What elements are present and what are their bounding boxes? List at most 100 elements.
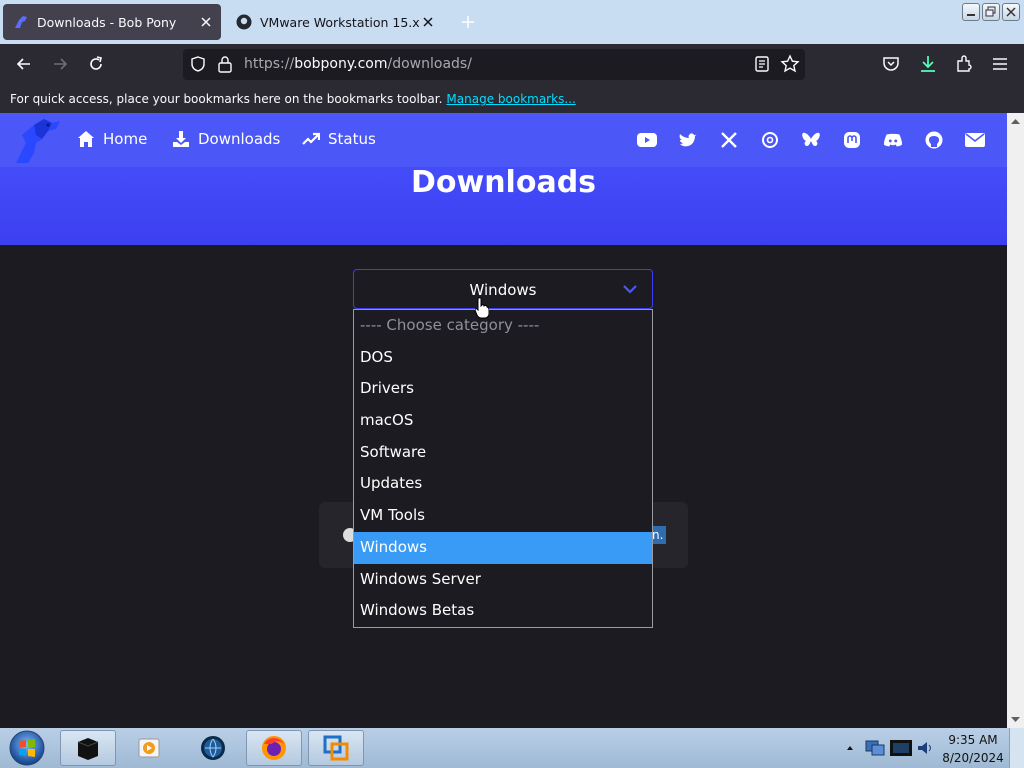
trend-up-icon (302, 132, 320, 145)
tray-expand-icon[interactable] (846, 744, 854, 752)
vertical-scrollbar[interactable] (1007, 113, 1024, 728)
category-option-windows[interactable]: Windows (354, 531, 652, 564)
youtube-icon[interactable] (637, 130, 657, 150)
tab-downloads[interactable]: Downloads - Bob Pony (3, 4, 221, 40)
taskbar-app-1[interactable] (60, 730, 116, 766)
globe-icon (201, 736, 225, 760)
nav-status-label: Status (328, 130, 376, 148)
site-header: Home Downloads Status (0, 113, 1007, 167)
navigation-toolbar: https://bobpony.com/downloads/ (0, 44, 1024, 85)
vmware-tray-icon[interactable] (888, 735, 914, 761)
tab-title: VMware Workstation 15.x.x seri (260, 14, 421, 30)
network-icon[interactable] (864, 737, 886, 759)
category-option-updates[interactable]: Updates (354, 468, 652, 500)
menu-icon[interactable] (990, 54, 1010, 74)
vmware-icon (323, 735, 349, 761)
lock-icon[interactable] (217, 55, 233, 73)
firefox-icon (262, 736, 286, 760)
bookmarks-hint-text: For quick access, place your bookmarks h… (10, 92, 443, 106)
close-tab-icon[interactable] (199, 15, 213, 29)
chevron-down-icon (623, 285, 637, 294)
github-icon[interactable] (924, 130, 944, 150)
category-option-software[interactable]: Software (354, 437, 652, 469)
page-title: Downloads (410, 165, 597, 200)
nav-home-label: Home (103, 130, 148, 148)
start-button[interactable] (5, 729, 49, 767)
taskbar-vmware[interactable] (308, 730, 364, 766)
new-tab-icon[interactable] (460, 14, 476, 30)
clock-date: 8/20/2024 (942, 751, 1004, 765)
download-icon (173, 131, 189, 147)
bluesky-icon[interactable] (801, 130, 821, 150)
windows-taskbar: 9:35 AM 8/20/2024 (0, 728, 1024, 768)
media-player-icon (138, 738, 160, 758)
restore-button[interactable] (982, 3, 1000, 21)
web-content: Home Downloads Status Downloads n. Windo… (0, 113, 1007, 728)
downloads-icon[interactable] (918, 54, 938, 74)
category-select[interactable]: Windows (353, 269, 653, 309)
threads-icon[interactable] (760, 130, 780, 150)
reload-icon[interactable] (86, 54, 106, 74)
nav-downloads[interactable]: Downloads (172, 130, 280, 148)
shield-icon[interactable] (189, 55, 207, 73)
bobpony-logo[interactable] (12, 117, 62, 165)
taskbar-firefox[interactable] (246, 730, 302, 766)
home-icon (78, 131, 94, 147)
forward-arrow-icon[interactable] (50, 54, 70, 74)
system-tray (840, 728, 940, 768)
github-favicon-icon (236, 14, 252, 30)
nav-status[interactable]: Status (302, 130, 376, 148)
category-dropdown-list: ---- Choose category ---- DOS Drivers ma… (353, 309, 653, 628)
window-controls (962, 3, 1020, 21)
category-option-macos[interactable]: macOS (354, 405, 652, 437)
taskbar-globe-app[interactable] (185, 730, 241, 766)
nav-downloads-label: Downloads (198, 130, 281, 148)
close-tab-icon[interactable] (421, 15, 435, 29)
close-window-button[interactable] (1002, 3, 1020, 21)
taskbar-clock[interactable]: 9:35 AM 8/20/2024 (940, 728, 1006, 768)
category-option-windows-betas[interactable]: Windows Betas (354, 595, 652, 627)
discord-icon[interactable] (883, 130, 903, 150)
back-arrow-icon[interactable] (14, 54, 34, 74)
scroll-down-icon[interactable] (1010, 716, 1021, 724)
bookmark-star-icon[interactable] (780, 54, 800, 74)
reader-view-icon[interactable] (753, 55, 771, 73)
tab-strip: Downloads - Bob Pony VMware Workstation … (0, 0, 1024, 44)
mail-icon[interactable] (965, 130, 985, 150)
show-desktop-button[interactable] (1009, 728, 1024, 768)
pocket-icon[interactable] (881, 54, 901, 74)
volume-icon[interactable] (916, 739, 934, 757)
url-prefix: https:// (244, 56, 295, 72)
category-option-dos[interactable]: DOS (354, 342, 652, 374)
app-window-icon (77, 738, 99, 760)
mastodon-icon[interactable] (842, 130, 862, 150)
category-select-value: Windows (469, 281, 537, 299)
twitter-icon[interactable] (678, 130, 698, 150)
minimize-icon (967, 14, 975, 16)
hand-cursor-icon (475, 297, 489, 319)
bookmarks-toolbar: For quick access, place your bookmarks h… (0, 85, 1024, 113)
bobpony-favicon-icon (15, 16, 27, 28)
category-option-windows-server[interactable]: Windows Server (354, 564, 652, 596)
category-option-placeholder[interactable]: ---- Choose category ---- (354, 310, 652, 342)
clock-time: 9:35 AM (948, 733, 998, 747)
minimize-button[interactable] (962, 3, 980, 21)
tab-title: Downloads - Bob Pony (37, 14, 177, 30)
taskbar-media-player[interactable] (121, 730, 177, 766)
bookmarks-message: For quick access, place your bookmarks h… (10, 92, 576, 106)
extensions-icon[interactable] (954, 54, 974, 74)
manage-bookmarks-link[interactable]: Manage bookmarks... (446, 92, 575, 106)
url-text[interactable]: https://bobpony.com/downloads/ (244, 56, 472, 72)
nav-home[interactable]: Home (77, 130, 147, 148)
social-links (637, 130, 985, 150)
restore-icon (985, 6, 996, 17)
scroll-up-icon[interactable] (1010, 117, 1021, 125)
close-icon (1006, 7, 1016, 17)
url-bar[interactable]: https://bobpony.com/downloads/ (183, 49, 805, 80)
category-option-vm-tools[interactable]: VM Tools (354, 500, 652, 532)
category-option-drivers[interactable]: Drivers (354, 373, 652, 405)
url-host: bobpony.com (294, 56, 388, 72)
tab-vmware[interactable]: VMware Workstation 15.x.x seri (228, 4, 443, 40)
x-icon[interactable] (719, 130, 739, 150)
url-path: /downloads/ (387, 56, 472, 72)
